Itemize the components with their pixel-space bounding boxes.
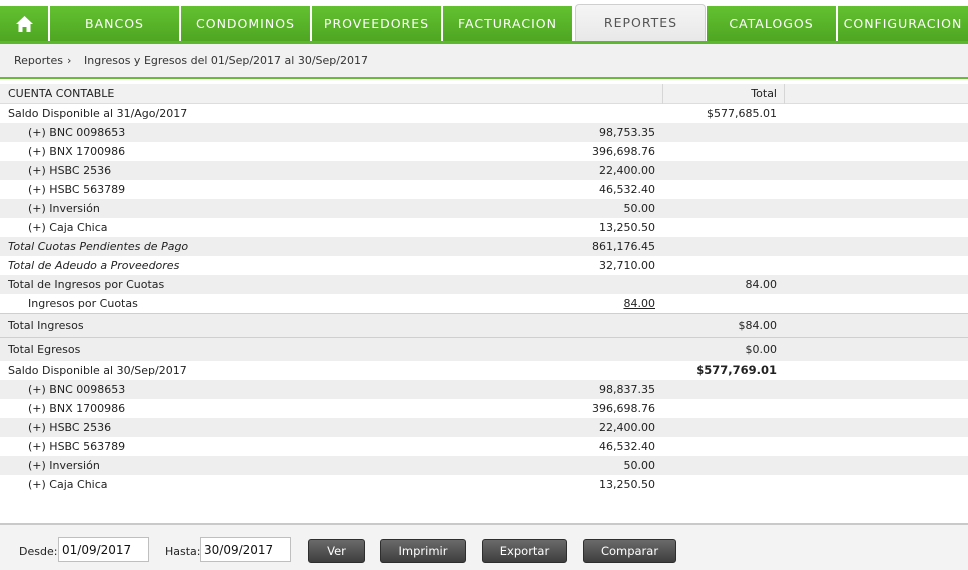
imprimir-button[interactable]: Imprimir: [380, 539, 466, 563]
filter-bar: Desde: Hasta: Ver Imprimir Exportar Comp…: [0, 523, 968, 570]
table-row: (+) Inversión 50.00: [0, 456, 968, 475]
breadcrumb: Reportes › Ingresos y Egresos del 01/Sep…: [0, 44, 968, 79]
row-label: (+) Caja Chica: [28, 478, 108, 491]
column-divider: [662, 84, 663, 104]
table-row: (+) BNC 0098653 98,753.35: [0, 123, 968, 142]
tab-bancos[interactable]: BANCOS: [50, 6, 180, 42]
row-total: 84.00: [745, 278, 778, 291]
breadcrumb-separator-icon: ›: [67, 54, 72, 67]
comparar-button[interactable]: Comparar: [583, 539, 676, 563]
row-label: (+) HSBC 563789: [28, 183, 126, 196]
table-row: (+) HSBC 2536 22,400.00: [0, 418, 968, 437]
table-row: (+) Caja Chica 13,250.50: [0, 218, 968, 237]
table-row: Saldo Disponible al 30/Sep/2017 $577,769…: [0, 361, 968, 380]
table-row: Ingresos por Cuotas 84.00: [0, 294, 968, 313]
table-row: Saldo Disponible al 31/Ago/2017 $577,685…: [0, 104, 968, 123]
row-label: Total Ingresos: [8, 319, 84, 332]
breadcrumb-root[interactable]: Reportes: [14, 54, 63, 67]
row-subtotal: 50.00: [623, 202, 656, 215]
row-label: (+) BNC 0098653: [28, 126, 126, 139]
row-subtotal: 861,176.45: [592, 240, 655, 253]
header-account: CUENTA CONTABLE: [8, 87, 115, 100]
tab-proveedores[interactable]: PROVEEDORES: [312, 6, 442, 42]
row-label: Total Egresos: [8, 343, 81, 356]
row-subtotal-link[interactable]: 84.00: [624, 294, 656, 313]
row-subtotal: 13,250.50: [599, 478, 655, 491]
row-label: Saldo Disponible al 31/Ago/2017: [8, 107, 188, 120]
row-label: (+) BNX 1700986: [28, 145, 126, 158]
row-subtotal: 46,532.40: [599, 183, 655, 196]
report-table: CUENTA CONTABLE Total Saldo Disponible a…: [0, 84, 968, 494]
home-button[interactable]: [0, 6, 49, 42]
table-row: Total de Ingresos por Cuotas 84.00: [0, 275, 968, 294]
row-label: (+) Caja Chica: [28, 221, 108, 234]
row-subtotal: 98,837.35: [599, 383, 655, 396]
row-label: Total de Ingresos por Cuotas: [8, 278, 165, 291]
row-subtotal: 46,532.40: [599, 440, 655, 453]
row-label: (+) HSBC 2536: [28, 164, 112, 177]
row-label: Saldo Disponible al 30/Sep/2017: [8, 364, 187, 377]
row-subtotal: 13,250.50: [599, 221, 655, 234]
table-row: (+) BNC 0098653 98,837.35: [0, 380, 968, 399]
hasta-label: Hasta:: [165, 545, 201, 558]
row-total: $0.00: [745, 343, 778, 356]
row-subtotal: 50.00: [623, 459, 656, 472]
header-total: Total: [751, 87, 777, 100]
row-label: Ingresos por Cuotas: [28, 297, 138, 310]
row-subtotal: 32,710.00: [599, 259, 655, 272]
row-subtotal: 396,698.76: [592, 145, 655, 158]
breadcrumb-current: Ingresos y Egresos del 01/Sep/2017 al 30…: [84, 54, 368, 67]
row-subtotal: 22,400.00: [599, 164, 655, 177]
hasta-date-input[interactable]: [200, 537, 291, 562]
table-row: Total de Adeudo a Proveedores 32,710.00: [0, 256, 968, 275]
table-row: Total Cuotas Pendientes de Pago 861,176.…: [0, 237, 968, 256]
tab-facturacion[interactable]: FACTURACION: [443, 6, 573, 42]
row-label: (+) HSBC 2536: [28, 421, 112, 434]
exportar-button[interactable]: Exportar: [482, 539, 567, 563]
row-subtotal: 22,400.00: [599, 421, 655, 434]
table-row: (+) BNX 1700986 396,698.76: [0, 399, 968, 418]
row-label: (+) Inversión: [28, 202, 100, 215]
table-row: (+) Inversión 50.00: [0, 199, 968, 218]
row-label: (+) HSBC 563789: [28, 440, 126, 453]
tab-condominos[interactable]: CONDOMINOS: [181, 6, 311, 42]
row-subtotal: 396,698.76: [592, 402, 655, 415]
desde-date-input[interactable]: [58, 537, 149, 562]
tab-configuracion[interactable]: CONFIGURACION: [838, 6, 968, 42]
row-label: (+) Inversión: [28, 459, 100, 472]
row-label: Total de Adeudo a Proveedores: [8, 259, 180, 272]
total-egresos-row: Total Egresos $0.00: [0, 337, 968, 361]
table-row: (+) HSBC 563789 46,532.40: [0, 180, 968, 199]
row-label: (+) BNC 0098653: [28, 383, 126, 396]
table-header: CUENTA CONTABLE Total: [0, 84, 968, 104]
row-total: $577,685.01: [707, 107, 777, 120]
tab-reportes[interactable]: REPORTES: [575, 4, 706, 44]
column-divider: [784, 84, 785, 104]
row-subtotal: 98,753.35: [599, 126, 655, 139]
table-row: (+) Caja Chica 13,250.50: [0, 475, 968, 494]
home-icon: [16, 16, 33, 32]
row-label: Total Cuotas Pendientes de Pago: [8, 240, 189, 253]
row-label: (+) BNX 1700986: [28, 402, 126, 415]
table-row: (+) HSBC 2536 22,400.00: [0, 161, 968, 180]
tab-catalogos[interactable]: CATALOGOS: [707, 6, 837, 42]
row-total: $577,769.01: [696, 363, 777, 377]
table-row: (+) BNX 1700986 396,698.76: [0, 142, 968, 161]
row-total: $84.00: [738, 319, 778, 332]
ver-button[interactable]: Ver: [308, 539, 365, 563]
desde-label: Desde:: [19, 545, 58, 558]
total-ingresos-row: Total Ingresos $84.00: [0, 313, 968, 337]
table-row: (+) HSBC 563789 46,532.40: [0, 437, 968, 456]
top-navigation: BANCOS CONDOMINOS PROVEEDORES FACTURACIO…: [0, 0, 968, 44]
